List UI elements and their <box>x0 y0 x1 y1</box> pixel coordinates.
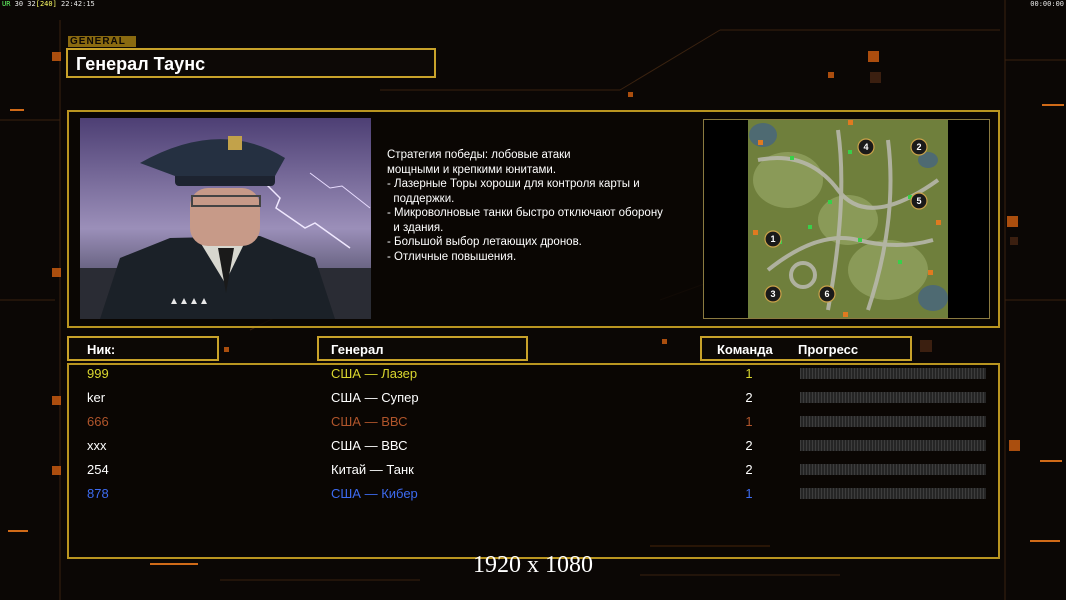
player-progress-bar <box>800 368 986 379</box>
player-row[interactable]: 878 США — Кибер 1 <box>69 485 998 505</box>
hud-prefix: UR <box>2 0 11 8</box>
player-general: США — Лазер <box>331 366 418 381</box>
description-line: мощными и крепкими юнитами. <box>387 163 557 176</box>
player-team: 1 <box>745 486 753 501</box>
description-line: - Лазерные Торы хороши для контроля карт… <box>387 178 640 190</box>
player-team: 1 <box>745 414 753 429</box>
player-nick: 878 <box>87 486 109 501</box>
player-row[interactable]: 666 США — ВВС 1 <box>69 413 998 433</box>
general-name: Генерал Таунс <box>76 54 206 74</box>
player-row[interactable]: xxx США — ВВС 2 <box>69 437 998 457</box>
player-row[interactable]: ker США — Супер 2 <box>69 389 998 409</box>
start-position-3: 3 <box>770 289 775 299</box>
player-progress-bar <box>800 488 986 499</box>
hud-fps: 30 32 <box>14 0 36 8</box>
general-tag: GENERAL <box>68 36 136 47</box>
player-row[interactable]: 254 Китай — Танк 2 <box>69 461 998 481</box>
hud-bracket: [240] <box>35 0 57 8</box>
description-line: поддержки. <box>387 192 455 205</box>
debug-hud-right: 00:00:00 <box>1030 0 1064 8</box>
player-nick: 254 <box>87 462 109 477</box>
player-general: США — ВВС <box>331 438 408 453</box>
hud-time: 22:42:15 <box>61 0 95 8</box>
player-nick: ker <box>87 390 106 405</box>
header-progress-label: Прогресс <box>798 342 859 357</box>
description-line: и здания. <box>387 221 444 234</box>
header-nick-label: Ник: <box>87 342 116 357</box>
player-general: США — ВВС <box>331 414 408 429</box>
player-team: 1 <box>745 366 753 381</box>
general-description: Стратегия победы: лобовые атаки мощными … <box>387 148 697 264</box>
player-list: 999 США — Лазер 1 ker США — Супер 2 666 … <box>67 363 1000 559</box>
description-line: - Большой выбор летающих дронов. <box>387 236 582 248</box>
player-team: 2 <box>745 438 753 453</box>
start-position-1: 1 <box>770 234 775 244</box>
hud-timer: 00:00:00 <box>1030 0 1064 8</box>
player-progress-bar <box>800 464 986 475</box>
header-general: Генерал <box>317 336 528 361</box>
player-general: США — Кибер <box>331 486 418 501</box>
start-position-5: 5 <box>916 196 921 206</box>
header-team-label: Команда <box>717 342 773 357</box>
debug-hud-left: UR 30 32[240] 22:42:15 <box>2 0 95 8</box>
header-team-progress: Команда Прогресс <box>700 336 912 361</box>
player-progress-bar <box>800 416 986 427</box>
description-line: Стратегия победы: лобовые атаки <box>387 149 571 161</box>
player-general: США — Супер <box>331 390 419 405</box>
player-nick: 999 <box>87 366 109 381</box>
header-nick: Ник: <box>67 336 219 361</box>
player-nick: xxx <box>87 438 107 453</box>
resolution-label: 1920 x 1080 <box>473 552 593 578</box>
description-line: - Микроволновые танки быстро отключают о… <box>387 207 663 219</box>
player-team: 2 <box>745 390 753 405</box>
description-line: - Отличные повышения. <box>387 250 517 263</box>
player-row[interactable]: 999 США — Лазер 1 <box>69 365 998 385</box>
start-position-2: 2 <box>916 142 921 152</box>
map-start-markers: 4 2 5 1 3 6 <box>764 138 928 303</box>
header-general-label: Генерал <box>331 342 384 357</box>
start-position-4: 4 <box>863 142 868 152</box>
player-progress-bar <box>800 440 986 451</box>
general-portrait <box>80 118 371 319</box>
player-general: Китай — Танк <box>331 462 414 477</box>
player-nick: 666 <box>87 414 109 429</box>
start-position-6: 6 <box>824 289 829 299</box>
player-progress-bar <box>800 392 986 403</box>
general-title-box: Генерал Таунс <box>66 48 436 78</box>
player-team: 2 <box>745 462 753 477</box>
